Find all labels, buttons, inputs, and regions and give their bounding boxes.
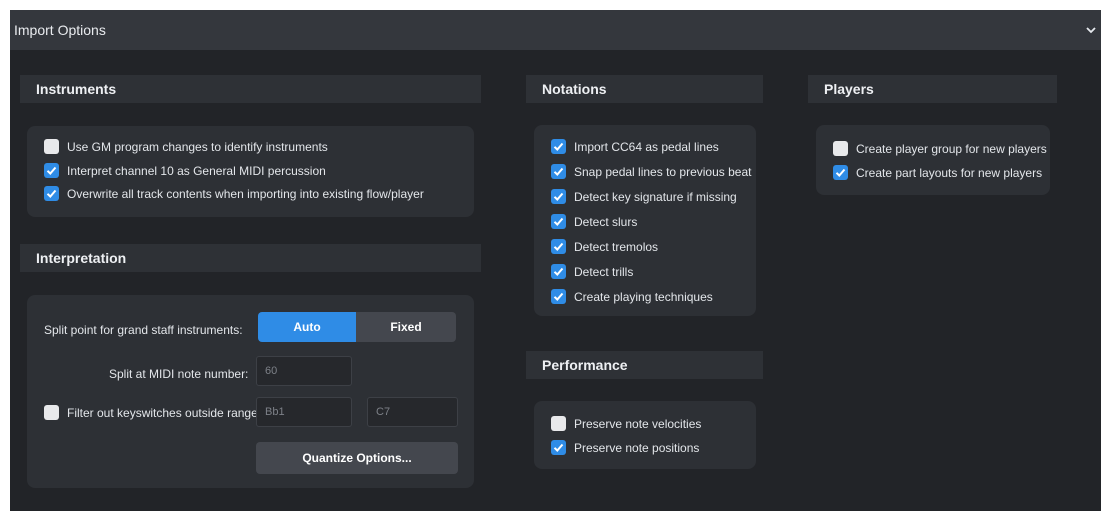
- option-label: Filter out keyswitches outside range:: [67, 405, 262, 420]
- instruments-section-title: Instruments: [20, 75, 481, 103]
- checkmark-icon: [835, 168, 846, 177]
- performance-group: Preserve note velocities Preserve note p…: [534, 401, 756, 469]
- checkmark-icon: [553, 217, 564, 226]
- checkmark-icon: [553, 167, 564, 176]
- option-label: Create part layouts for new players: [856, 165, 1043, 180]
- players-section-title: Players: [808, 75, 1057, 103]
- checkmark-icon: [553, 267, 564, 276]
- option-overwrite-track-contents[interactable]: Overwrite all track contents when import…: [44, 186, 424, 201]
- option-label: Preserve note velocities: [574, 416, 702, 431]
- checkbox[interactable]: [551, 164, 566, 179]
- option-label: Detect trills: [574, 264, 634, 279]
- checkmark-icon: [553, 192, 564, 201]
- option-label: Create playing techniques: [574, 289, 713, 304]
- checkbox[interactable]: [833, 141, 848, 156]
- filter-keyswitches-option[interactable]: Filter out keyswitches outside range:: [44, 405, 261, 420]
- checkmark-icon: [553, 242, 564, 251]
- checkbox[interactable]: [44, 405, 59, 420]
- option-snap-pedal-lines[interactable]: Snap pedal lines to previous beat: [551, 164, 751, 179]
- option-label: Detect key signature if missing: [574, 189, 737, 204]
- option-label: Snap pedal lines to previous beat: [574, 164, 752, 179]
- interpretation-group: Split point for grand staff instruments:…: [27, 295, 474, 488]
- range-high-field[interactable]: C7: [367, 397, 458, 427]
- option-label: Import CC64 as pedal lines: [574, 139, 719, 154]
- notations-group: Import CC64 as pedal lines Snap pedal li…: [534, 125, 756, 316]
- checkbox[interactable]: [551, 440, 566, 455]
- panel-title: Import Options: [14, 22, 106, 38]
- option-detect-slurs[interactable]: Detect slurs: [551, 214, 637, 229]
- import-options-header[interactable]: Import Options: [10, 10, 1101, 50]
- checkbox[interactable]: [551, 139, 566, 154]
- import-options-panel: Import Options Instruments Use GM progra…: [10, 10, 1101, 511]
- option-detect-tremolos[interactable]: Detect tremolos: [551, 239, 658, 254]
- performance-section-title: Performance: [526, 351, 763, 379]
- split-mode-segmented-control[interactable]: Auto Fixed: [258, 312, 456, 342]
- checkmark-icon: [553, 443, 564, 452]
- interpretation-section-title: Interpretation: [20, 244, 481, 272]
- checkbox[interactable]: [833, 165, 848, 180]
- option-label: Use GM program changes to identify instr…: [67, 139, 328, 154]
- option-cc64-pedal-lines[interactable]: Import CC64 as pedal lines: [551, 139, 719, 154]
- notations-section-title: Notations: [526, 75, 763, 103]
- option-label: Overwrite all track contents when import…: [67, 186, 424, 201]
- checkbox[interactable]: [551, 214, 566, 229]
- range-low-field[interactable]: Bb1: [256, 397, 352, 427]
- checkbox[interactable]: [551, 416, 566, 431]
- checkbox[interactable]: [551, 239, 566, 254]
- checkbox[interactable]: [44, 139, 59, 154]
- option-detect-key-signature[interactable]: Detect key signature if missing: [551, 189, 737, 204]
- option-preserve-positions[interactable]: Preserve note positions: [551, 440, 699, 455]
- option-gm-program-changes[interactable]: Use GM program changes to identify instr…: [44, 139, 328, 154]
- option-detect-trills[interactable]: Detect trills: [551, 264, 633, 279]
- split-note-number-field[interactable]: 60: [256, 356, 352, 386]
- option-label: Detect tremolos: [574, 239, 659, 254]
- split-point-label: Split point for grand staff instruments:: [44, 323, 243, 337]
- checkbox[interactable]: [551, 289, 566, 304]
- checkbox[interactable]: [551, 264, 566, 279]
- option-create-player-group[interactable]: Create player group for new players: [833, 141, 1047, 156]
- option-label: Preserve note positions: [574, 440, 700, 455]
- split-mode-fixed-button[interactable]: Fixed: [356, 312, 456, 342]
- checkmark-icon: [553, 142, 564, 151]
- split-mode-auto-button[interactable]: Auto: [258, 312, 356, 342]
- option-channel-10-percussion[interactable]: Interpret channel 10 as General MIDI per…: [44, 163, 326, 178]
- option-label: Interpret channel 10 as General MIDI per…: [67, 163, 326, 178]
- checkbox[interactable]: [44, 186, 59, 201]
- checkmark-icon: [553, 292, 564, 301]
- instruments-group: Use GM program changes to identify instr…: [27, 126, 474, 217]
- option-label: Create player group for new players: [856, 141, 1047, 156]
- quantize-options-button[interactable]: Quantize Options...: [256, 442, 458, 474]
- split-note-label: Split at MIDI note number:: [109, 367, 249, 381]
- checkmark-icon: [46, 189, 57, 198]
- checkbox[interactable]: [44, 163, 59, 178]
- option-label: Detect slurs: [574, 214, 638, 229]
- chevron-down-icon[interactable]: [1085, 24, 1097, 36]
- option-create-part-layouts[interactable]: Create part layouts for new players: [833, 165, 1042, 180]
- checkmark-icon: [46, 166, 57, 175]
- option-preserve-velocities[interactable]: Preserve note velocities: [551, 416, 701, 431]
- players-group: Create player group for new players Crea…: [816, 125, 1050, 195]
- option-create-playing-techniques[interactable]: Create playing techniques: [551, 289, 713, 304]
- checkbox[interactable]: [551, 189, 566, 204]
